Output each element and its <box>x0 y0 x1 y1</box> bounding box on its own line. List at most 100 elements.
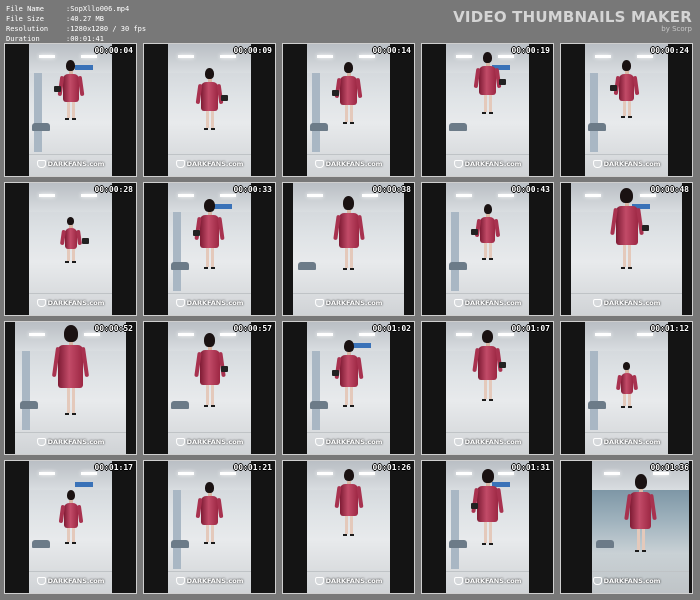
parking-garage-scene <box>445 322 530 454</box>
thumbnail-timestamp: 00:00:24 <box>650 46 689 55</box>
file-info-label: File Name <box>6 5 44 13</box>
woman-figure <box>329 468 369 536</box>
thumbnail-timestamp: 00:00:48 <box>650 185 689 194</box>
watermark-logo-icon <box>36 577 46 585</box>
handbag <box>192 229 200 236</box>
watermark-logo-icon <box>453 160 463 168</box>
thumbnail-frame[interactable]: 00:01:07 DARKFANS.com <box>421 321 554 455</box>
thumbnail-frame[interactable]: 00:01:21 DARKFANS.com <box>143 460 276 594</box>
watermark: DARKFANS.com <box>314 438 382 446</box>
watermark-logo-icon <box>453 438 463 446</box>
brand-block: VIDEO THUMBNAILS MAKER by Scorp <box>453 8 692 33</box>
watermark-text: DARKFANS.com <box>325 577 383 585</box>
watermark: DARKFANS.com <box>592 577 661 585</box>
watermark-text: DARKFANS.com <box>47 299 105 307</box>
watermark-text: DARKFANS.com <box>186 438 244 446</box>
watermark-text: DARKFANS.com <box>464 577 522 585</box>
thumbnail-timestamp: 00:00:52 <box>94 324 133 333</box>
thumbnail-frame[interactable]: 00:00:19 DARKFANS.com <box>421 43 554 177</box>
watermark: DARKFANS.com <box>175 299 244 307</box>
watermark: DARKFANS.com <box>175 438 244 446</box>
thumbnail-frame[interactable]: 00:01:26 DARKFANS.com <box>282 460 415 594</box>
watermark-logo-icon <box>453 299 463 307</box>
watermark: DARKFANS.com <box>175 577 244 585</box>
watermark: DARKFANS.com <box>453 299 521 307</box>
parking-garage-scene <box>445 461 530 593</box>
watermark-logo-icon <box>592 577 602 585</box>
watermark-text: DARKFANS.com <box>325 160 383 168</box>
watermark-text: DARKFANS.com <box>464 438 522 446</box>
woman-figure <box>51 490 91 545</box>
watermark-text: DARKFANS.com <box>186 160 244 168</box>
parking-garage-scene <box>571 183 682 315</box>
woman-figure <box>607 188 647 270</box>
thumbnail-frame[interactable]: 00:00:57 DARKFANS.com <box>143 321 276 455</box>
parking-garage-scene <box>28 44 113 176</box>
parking-garage-scene <box>445 183 530 315</box>
file-info-row: File Size: 40.27 MB <box>6 15 104 23</box>
watermark-logo-icon <box>175 577 185 585</box>
thumbnail-timestamp: 00:00:33 <box>233 185 272 194</box>
thumbnail-frame[interactable]: 00:00:38 DARKFANS.com <box>282 182 415 316</box>
watermark-logo-icon <box>314 438 324 446</box>
brand-title: VIDEO THUMBNAILS MAKER <box>453 8 692 26</box>
watermark: DARKFANS.com <box>175 160 244 168</box>
watermark-text: DARKFANS.com <box>325 299 383 307</box>
parking-garage-scene <box>167 44 252 176</box>
thumbnail-frame[interactable]: 00:01:12 DARKFANS.com <box>560 321 693 455</box>
thumbnail-frame[interactable]: 00:00:28 DARKFANS.com <box>4 182 137 316</box>
watermark: DARKFANS.com <box>314 299 383 307</box>
parking-garage-scene <box>584 322 669 454</box>
woman-figure <box>607 361 647 408</box>
watermark: DARKFANS.com <box>36 160 104 168</box>
watermark-text: DARKFANS.com <box>186 577 244 585</box>
handbag <box>221 95 229 102</box>
thumbnail-frame[interactable]: 00:01:31 DARKFANS.com <box>421 460 554 594</box>
handbag <box>499 79 507 86</box>
watermark-logo-icon <box>36 160 46 168</box>
watermark-text: DARKFANS.com <box>603 577 661 585</box>
file-info-row: File Name: SopXllo006.mp4 <box>6 5 130 13</box>
thumbnail-timestamp: 00:00:14 <box>372 46 411 55</box>
thumbnail-timestamp: 00:00:57 <box>233 324 272 333</box>
watermark-logo-icon <box>36 299 46 307</box>
thumbnail-frame[interactable]: 00:00:48 DARKFANS.com <box>560 182 693 316</box>
handbag <box>609 85 617 92</box>
parking-garage-scene <box>306 44 391 176</box>
thumbnail-frame[interactable]: 00:00:04 DARKFANS.com <box>4 43 137 177</box>
watermark-text: DARKFANS.com <box>603 438 661 446</box>
thumbnail-frame[interactable]: 00:00:09 DARKFANS.com <box>143 43 276 177</box>
handbag <box>499 361 507 368</box>
woman-figure <box>621 474 661 553</box>
thumbnail-frame[interactable]: 00:00:33 DARKFANS.com <box>143 182 276 316</box>
watermark: DARKFANS.com <box>314 160 383 168</box>
parking-garage-scene <box>306 322 391 454</box>
thumbnail-frame[interactable]: 00:01:36 DARKFANS.com <box>560 460 693 594</box>
file-info-value: SopXllo006.mp4 <box>70 5 130 13</box>
watermark: DARKFANS.com <box>592 299 660 307</box>
thumbnail-frame[interactable]: 00:00:52 DARKFANS.com <box>4 321 137 455</box>
thumbnail-timestamp: 00:00:28 <box>94 185 133 194</box>
file-info-label: File Size <box>6 15 44 23</box>
thumbnail-frame[interactable]: 00:00:24 DARKFANS.com <box>560 43 693 177</box>
thumbnail-frame[interactable]: 00:00:43 DARKFANS.com <box>421 182 554 316</box>
watermark-text: DARKFANS.com <box>47 438 105 446</box>
woman-figure <box>329 196 369 271</box>
thumbnail-grid: 00:00:04 DARKFANS.com 00:00:09 DARKFANS.com… <box>4 43 696 596</box>
watermark: DARKFANS.com <box>36 577 105 585</box>
watermark-text: DARKFANS.com <box>464 160 522 168</box>
thumbnail-frame[interactable]: 00:00:14 DARKFANS.com <box>282 43 415 177</box>
watermark-text: DARKFANS.com <box>47 577 105 585</box>
handbag <box>221 366 229 372</box>
thumbnail-frame[interactable]: 00:01:17 DARKFANS.com <box>4 460 137 594</box>
parking-garage-scene <box>167 461 252 593</box>
watermark-logo-icon <box>592 299 602 307</box>
thumbnail-frame[interactable]: 00:01:02 DARKFANS.com <box>282 321 415 455</box>
thumbnail-timestamp: 00:01:07 <box>511 324 550 333</box>
parking-garage-scene <box>28 183 113 315</box>
watermark-text: DARKFANS.com <box>186 299 244 307</box>
watermark: DARKFANS.com <box>453 160 522 168</box>
brand-subtitle: by Scorp <box>661 25 692 33</box>
watermark: DARKFANS.com <box>592 160 660 168</box>
thumbnail-timestamp: 00:01:36 <box>650 463 689 472</box>
